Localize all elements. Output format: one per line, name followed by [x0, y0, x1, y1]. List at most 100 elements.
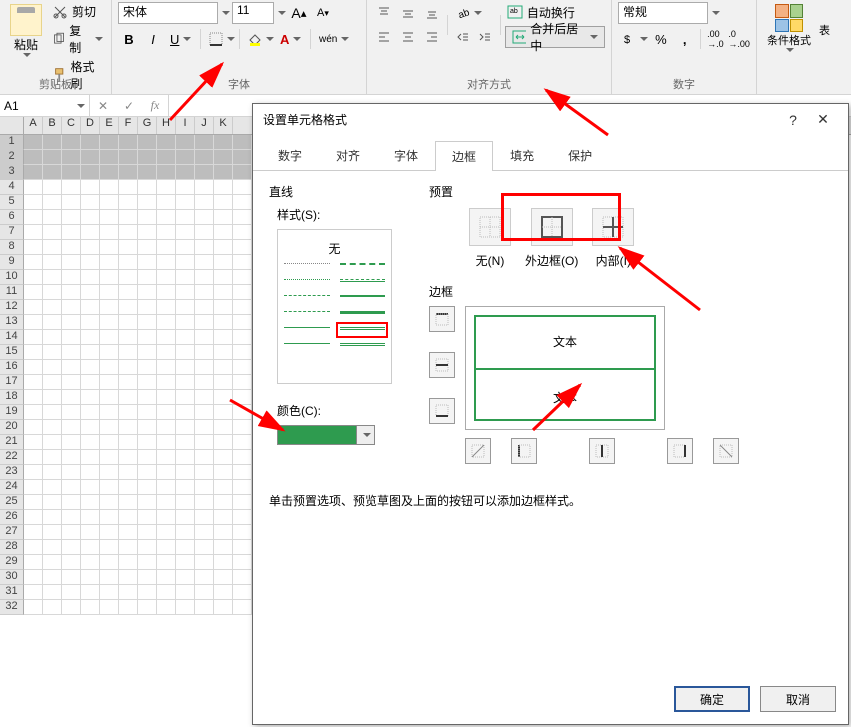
cell[interactable] [81, 555, 100, 570]
cell[interactable] [176, 570, 195, 585]
cell[interactable] [62, 195, 81, 210]
cell[interactable] [214, 150, 233, 165]
cell[interactable] [214, 255, 233, 270]
col-header[interactable]: H [157, 117, 176, 134]
cell[interactable] [43, 585, 62, 600]
cell[interactable] [100, 540, 119, 555]
cell[interactable] [138, 180, 157, 195]
cell[interactable] [24, 360, 43, 375]
cell[interactable] [176, 270, 195, 285]
cell[interactable] [119, 180, 138, 195]
cell[interactable] [138, 135, 157, 150]
cell[interactable] [214, 135, 233, 150]
cell[interactable] [195, 255, 214, 270]
cell[interactable] [214, 270, 233, 285]
cell[interactable] [119, 510, 138, 525]
cell[interactable] [81, 375, 100, 390]
cell[interactable] [195, 495, 214, 510]
cell[interactable] [43, 435, 62, 450]
cell[interactable] [62, 585, 81, 600]
cell[interactable] [233, 390, 252, 405]
cell[interactable] [233, 435, 252, 450]
align-left-button[interactable] [373, 26, 395, 48]
comma-button[interactable]: , [674, 28, 696, 50]
cell[interactable] [81, 360, 100, 375]
cell[interactable] [214, 570, 233, 585]
cell[interactable] [214, 405, 233, 420]
cell[interactable] [233, 405, 252, 420]
cell[interactable] [100, 225, 119, 240]
cell[interactable] [81, 240, 100, 255]
cell[interactable] [62, 540, 81, 555]
cell[interactable] [195, 480, 214, 495]
cell[interactable] [195, 150, 214, 165]
cell[interactable] [81, 300, 100, 315]
cell[interactable] [195, 285, 214, 300]
align-top-button[interactable] [373, 2, 395, 24]
cell[interactable] [81, 225, 100, 240]
cell[interactable] [138, 495, 157, 510]
cell[interactable] [81, 510, 100, 525]
cell[interactable] [214, 465, 233, 480]
cell[interactable] [157, 540, 176, 555]
cell[interactable] [100, 525, 119, 540]
row-header[interactable]: 32 [0, 600, 24, 615]
cell[interactable] [24, 465, 43, 480]
cell[interactable] [176, 285, 195, 300]
cell[interactable] [24, 300, 43, 315]
cell[interactable] [100, 150, 119, 165]
cell[interactable] [157, 180, 176, 195]
cell[interactable] [214, 450, 233, 465]
cell[interactable] [100, 585, 119, 600]
increase-indent-button[interactable] [474, 26, 496, 48]
cell[interactable] [62, 435, 81, 450]
cell[interactable] [62, 465, 81, 480]
cell[interactable] [176, 165, 195, 180]
cell[interactable] [138, 570, 157, 585]
border-left-button[interactable] [511, 438, 537, 464]
cell[interactable] [138, 195, 157, 210]
cell[interactable] [157, 435, 176, 450]
border-diag-up-button[interactable] [465, 438, 491, 464]
row-header[interactable]: 23 [0, 465, 24, 480]
ok-button[interactable]: 确定 [674, 686, 750, 712]
row-header[interactable]: 17 [0, 375, 24, 390]
cell[interactable] [195, 570, 214, 585]
bold-button[interactable]: B [118, 28, 140, 50]
cell[interactable] [43, 285, 62, 300]
cell[interactable] [195, 195, 214, 210]
cell[interactable] [119, 165, 138, 180]
cell[interactable] [43, 600, 62, 615]
cell[interactable] [195, 390, 214, 405]
cell[interactable] [119, 315, 138, 330]
phonetic-button[interactable]: wén [315, 28, 345, 50]
paste-button[interactable]: 粘贴 [6, 2, 46, 59]
cell[interactable] [157, 135, 176, 150]
cell[interactable] [195, 585, 214, 600]
cell[interactable] [157, 525, 176, 540]
cell[interactable] [138, 150, 157, 165]
cell[interactable] [214, 510, 233, 525]
cell[interactable] [81, 540, 100, 555]
row-header[interactable]: 26 [0, 510, 24, 525]
cell[interactable] [176, 450, 195, 465]
row-header[interactable]: 31 [0, 585, 24, 600]
align-middle-button[interactable] [397, 2, 419, 24]
cell[interactable] [214, 180, 233, 195]
cell[interactable] [81, 435, 100, 450]
cell[interactable] [214, 480, 233, 495]
cell[interactable] [43, 240, 62, 255]
cell[interactable] [24, 210, 43, 225]
cell[interactable] [43, 360, 62, 375]
cell[interactable] [119, 240, 138, 255]
cell[interactable] [24, 405, 43, 420]
cell[interactable] [119, 195, 138, 210]
table-format-button[interactable]: 表 [819, 2, 830, 38]
cell[interactable] [195, 345, 214, 360]
cell[interactable] [43, 570, 62, 585]
cell[interactable] [157, 405, 176, 420]
row-header[interactable]: 2 [0, 150, 24, 165]
cell[interactable] [119, 420, 138, 435]
cell[interactable] [195, 510, 214, 525]
cell[interactable] [195, 240, 214, 255]
